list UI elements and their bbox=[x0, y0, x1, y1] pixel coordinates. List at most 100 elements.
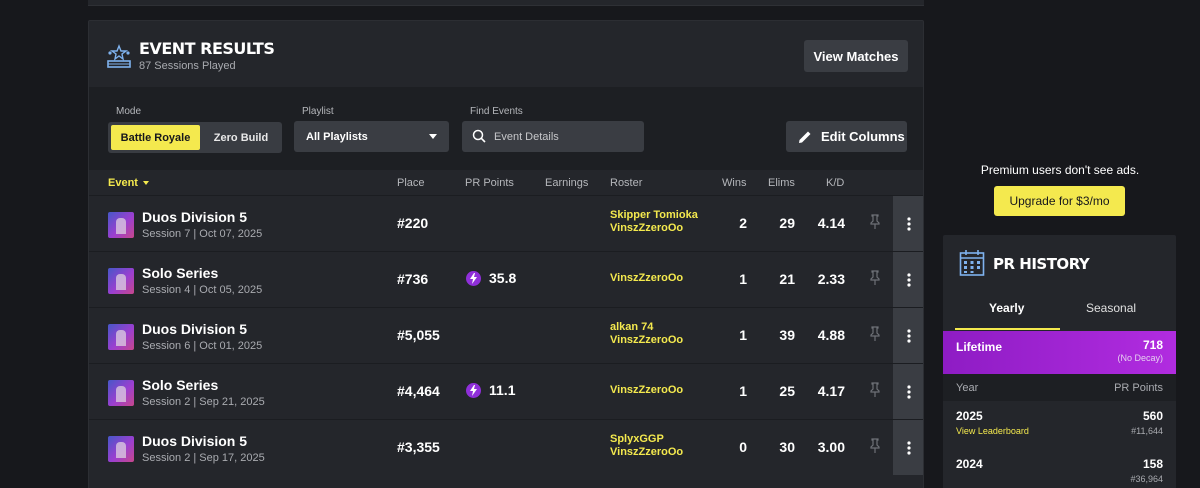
mode-label: Mode bbox=[116, 106, 142, 117]
find-events-label: Find Events bbox=[470, 106, 523, 117]
mode-battle-royale-button[interactable]: Battle Royale bbox=[111, 125, 200, 150]
roster: SplyxGGP VinszZzeroOo bbox=[610, 433, 683, 459]
year-points: 158 bbox=[1142, 457, 1163, 471]
pr-points: 35.8 bbox=[466, 270, 516, 286]
year-points: 560 bbox=[1142, 409, 1163, 423]
event-name: Duos Division 5 bbox=[142, 209, 248, 225]
pr-points: 11.1 bbox=[466, 382, 515, 398]
event-results-panel: EVENT RESULTS 87 Sessions Played View Ma… bbox=[88, 20, 924, 488]
roster-player[interactable]: VinszZzeroOo bbox=[610, 384, 683, 397]
roster-player[interactable]: VinszZzeroOo bbox=[610, 446, 683, 459]
pr-points-value: 35.8 bbox=[489, 270, 517, 286]
event-session: Session 2 | Sep 21, 2025 bbox=[142, 396, 265, 408]
event-place: #4,464 bbox=[397, 383, 440, 399]
tab-seasonal[interactable]: Seasonal bbox=[1086, 301, 1136, 315]
lifetime-note: (No Decay) bbox=[1117, 353, 1163, 363]
column-earnings: Earnings bbox=[545, 177, 589, 189]
kebab-menu-icon bbox=[907, 384, 911, 399]
column-pr-points: PR Points bbox=[465, 177, 514, 189]
more-options-button[interactable] bbox=[893, 364, 923, 419]
more-options-button[interactable] bbox=[893, 308, 923, 363]
view-leaderboard-link[interactable]: View Leaderboard bbox=[956, 426, 1029, 436]
roster-player[interactable]: SplyxGGP bbox=[610, 433, 683, 446]
pr-history-panel: PR HISTORY Yearly Seasonal Lifetime 718 … bbox=[943, 235, 1176, 488]
table-row[interactable]: Solo Series Session 4 | Oct 05, 2025 #736 3… bbox=[89, 251, 923, 307]
upgrade-button[interactable]: Upgrade for $3/mo bbox=[994, 186, 1125, 216]
pin-icon[interactable] bbox=[868, 382, 882, 398]
table-row[interactable]: Duos Division 5 Session 6 | Oct 01, 2025 #… bbox=[89, 307, 923, 363]
wins-value: 1 bbox=[739, 383, 747, 399]
event-place: #220 bbox=[397, 215, 429, 231]
column-event[interactable]: Event bbox=[108, 177, 149, 189]
event-name: Duos Division 5 bbox=[142, 321, 248, 337]
kd-value: 3.00 bbox=[817, 439, 845, 455]
chevron-down-icon bbox=[429, 134, 437, 139]
roster-player[interactable]: VinszZzeroOo bbox=[610, 334, 683, 347]
event-thumbnail bbox=[108, 436, 134, 462]
year-table-header: Year PR Points bbox=[943, 374, 1176, 401]
pin-icon[interactable] bbox=[868, 438, 882, 454]
year-rank: #11,644 bbox=[1131, 426, 1163, 436]
more-options-button[interactable] bbox=[893, 196, 923, 251]
wins-value: 1 bbox=[739, 327, 747, 343]
kebab-menu-icon bbox=[907, 216, 911, 231]
event-session: Session 6 | Oct 01, 2025 bbox=[142, 340, 263, 352]
column-place: Place bbox=[397, 177, 425, 189]
pin-icon[interactable] bbox=[868, 270, 882, 286]
roster: alkan 74 VinszZzeroOo bbox=[610, 321, 683, 347]
panel-header: EVENT RESULTS 87 Sessions Played View Ma… bbox=[89, 21, 923, 87]
wins-value: 2 bbox=[739, 215, 747, 231]
more-options-button[interactable] bbox=[893, 420, 923, 475]
lifetime-label: Lifetime bbox=[956, 340, 1003, 354]
lifetime-row: Lifetime 718 (No Decay) bbox=[943, 331, 1176, 374]
column-roster: Roster bbox=[610, 177, 643, 189]
playlist-select[interactable]: All Playlists bbox=[294, 121, 449, 152]
tab-yearly[interactable]: Yearly bbox=[989, 301, 1024, 315]
sort-desc-icon bbox=[142, 181, 149, 186]
active-tab-indicator bbox=[955, 328, 1060, 330]
event-thumbnail bbox=[108, 212, 134, 238]
pin-icon[interactable] bbox=[868, 214, 882, 230]
event-place: #5,055 bbox=[397, 327, 440, 343]
table-row[interactable]: Solo Series Session 2 | Sep 21, 2025 #4,46… bbox=[89, 363, 923, 419]
sessions-count: 87 Sessions Played bbox=[139, 60, 236, 72]
table-row[interactable]: Duos Division 5 Session 2 | Sep 17, 2025 #… bbox=[89, 419, 923, 475]
table-header: Event Place PR Points Earnings Roster Wi… bbox=[89, 170, 923, 195]
kd-value: 2.33 bbox=[817, 271, 845, 287]
pin-icon[interactable] bbox=[868, 326, 882, 342]
view-matches-button[interactable]: View Matches bbox=[804, 40, 908, 72]
event-name: Duos Division 5 bbox=[142, 433, 248, 449]
roster-player[interactable]: alkan 74 bbox=[610, 321, 683, 334]
column-wins: Wins bbox=[722, 177, 747, 189]
pencil-icon bbox=[799, 131, 811, 143]
edit-columns-button[interactable]: Edit Columns bbox=[786, 121, 907, 152]
ad-notice: Premium users don't see ads. bbox=[980, 163, 1140, 177]
playlist-value: All Playlists bbox=[306, 130, 368, 143]
previous-panel-edge bbox=[88, 0, 924, 6]
kebab-menu-icon bbox=[907, 272, 911, 287]
kd-value: 4.17 bbox=[817, 383, 845, 399]
event-session: Session 7 | Oct 07, 2025 bbox=[142, 228, 263, 240]
column-year: Year bbox=[956, 382, 979, 394]
event-thumbnail bbox=[108, 380, 134, 406]
elims-value: 25 bbox=[779, 383, 795, 399]
kebab-menu-icon bbox=[907, 328, 911, 343]
pr-points-value: 11.1 bbox=[489, 382, 516, 398]
event-place: #736 bbox=[397, 271, 429, 287]
roster-player[interactable]: VinszZzeroOo bbox=[610, 222, 698, 235]
roster-player[interactable]: Skipper Tomioka bbox=[610, 209, 698, 222]
year-row: 2025 View Leaderboard 560 #11,644 bbox=[943, 401, 1176, 451]
roster: VinszZzeroOo bbox=[610, 384, 683, 397]
event-search-input[interactable] bbox=[462, 121, 644, 152]
column-kd: K/D bbox=[826, 177, 845, 189]
column-pr-points-history: PR Points bbox=[1114, 382, 1163, 394]
elims-value: 21 bbox=[779, 271, 795, 287]
lifetime-value: 718 bbox=[1142, 338, 1163, 352]
column-elims: Elims bbox=[768, 177, 795, 189]
roster-player[interactable]: VinszZzeroOo bbox=[610, 272, 683, 285]
table-row[interactable]: Duos Division 5 Session 7 | Oct 07, 2025 #… bbox=[89, 195, 923, 251]
panel-title: EVENT RESULTS bbox=[139, 39, 275, 58]
more-options-button[interactable] bbox=[893, 252, 923, 307]
mode-zero-build-button[interactable]: Zero Build bbox=[202, 125, 280, 150]
lightning-icon bbox=[466, 382, 481, 398]
